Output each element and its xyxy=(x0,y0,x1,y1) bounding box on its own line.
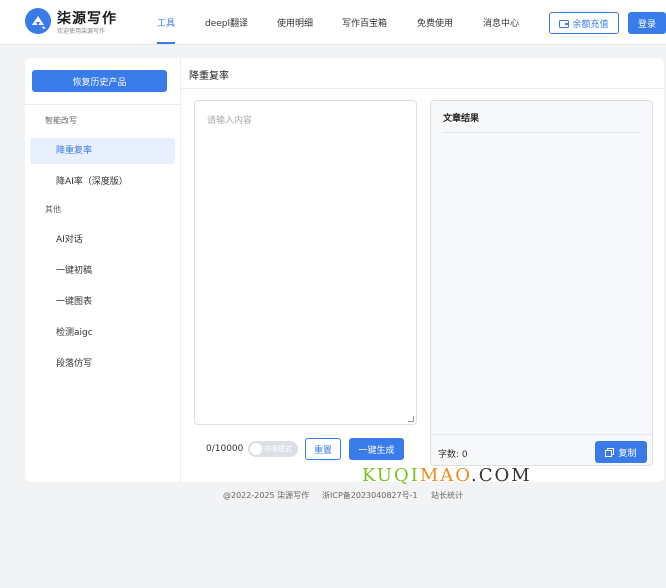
top-header: 柒源写作 欢迎使用柒源写作 工具 deepl翻译 使用明细 写作百宝箱 免费使用… xyxy=(0,0,666,45)
watermark-part-2: MAO xyxy=(419,465,471,486)
sidebar-item-detect-aigc[interactable]: 检测aigc xyxy=(30,320,175,346)
restore-history-button[interactable]: 恢复历史产品 xyxy=(32,70,167,92)
copy-button[interactable]: 复制 xyxy=(595,441,647,463)
logo-icon[interactable] xyxy=(25,8,51,34)
mode-toggle[interactable]: 非限模式 xyxy=(248,441,298,457)
nav-tab-deepl[interactable]: deepl翻译 xyxy=(205,16,248,29)
sidebar-item-first-draft[interactable]: 一键初稿 xyxy=(30,258,175,284)
sidebar: 恢复历史产品 智能改写 降重复率 降AI率（深度版） 其他 AI对话 一键初稿 … xyxy=(25,58,180,482)
result-footer-divider xyxy=(431,434,652,435)
result-divider xyxy=(443,132,641,133)
watermark: KUQIMAO.COM xyxy=(362,465,532,486)
recharge-button[interactable]: 余额充值 xyxy=(549,12,619,34)
sidebar-item-reduce-ai-rate[interactable]: 降AI率（深度版） xyxy=(30,169,175,195)
brand-slogan: 欢迎使用柒源写作 xyxy=(57,28,106,35)
page-title: 降重复率 xyxy=(189,71,229,82)
content-input[interactable] xyxy=(195,101,416,424)
footer-icp-link[interactable]: 浙ICP备2023040827号-1 xyxy=(322,490,418,501)
footer-stats-link[interactable]: 站长统计 xyxy=(431,490,463,501)
watermark-part-1: KUQI xyxy=(362,465,420,486)
result-content xyxy=(443,141,641,426)
word-count: 字数: 0 xyxy=(438,450,468,460)
recharge-label: 余额充值 xyxy=(572,19,609,30)
sidebar-item-one-click-chart[interactable]: 一键图表 xyxy=(30,289,175,315)
char-counter: 0/10000 xyxy=(206,444,244,454)
login-button[interactable]: 登录 xyxy=(628,12,666,34)
watermark-part-3: .COM xyxy=(470,465,532,486)
sidebar-group-other: 其他 xyxy=(45,205,61,214)
sidebar-group-smart-rewrite: 智能改写 xyxy=(45,116,77,125)
result-card: 文章结果 字数: 0 复制 xyxy=(430,100,653,466)
brand-name[interactable]: 柒源写作 xyxy=(57,8,117,28)
footer-copyright: @2022-2025 柒源写作 xyxy=(223,491,310,500)
nav-tab-messages[interactable]: 消息中心 xyxy=(483,16,519,29)
nav-tab-writing-toolbox[interactable]: 写作百宝箱 xyxy=(342,16,387,29)
copy-label: 复制 xyxy=(618,448,637,459)
sidebar-item-ai-chat[interactable]: AI对话 xyxy=(30,227,175,253)
sidebar-item-reduce-duplication[interactable]: 降重复率 xyxy=(30,138,175,164)
sidebar-divider xyxy=(25,104,180,105)
result-title: 文章结果 xyxy=(443,114,480,124)
reset-button[interactable]: 重置 xyxy=(305,438,341,460)
nav-tab-free-use[interactable]: 免费使用 xyxy=(417,16,453,29)
input-card xyxy=(194,100,417,425)
main-divider xyxy=(181,88,665,89)
toggle-label: 非限模式 xyxy=(264,445,292,453)
nav-tab-usage-details[interactable]: 使用明细 xyxy=(277,16,313,29)
copy-icon xyxy=(605,447,615,457)
resize-handle[interactable] xyxy=(408,416,414,422)
active-tab-indicator xyxy=(157,42,175,44)
toggle-knob xyxy=(250,443,262,455)
wallet-icon xyxy=(559,19,570,28)
main-panel: 降重复率 0/10000 非限模式 重置 一键生成 文章结果 字数: 0 复制 xyxy=(180,58,665,482)
sidebar-item-paragraph-imitation[interactable]: 段落仿写 xyxy=(30,351,175,377)
nav-tab-tools[interactable]: 工具 xyxy=(157,16,175,29)
generate-button[interactable]: 一键生成 xyxy=(349,438,404,460)
